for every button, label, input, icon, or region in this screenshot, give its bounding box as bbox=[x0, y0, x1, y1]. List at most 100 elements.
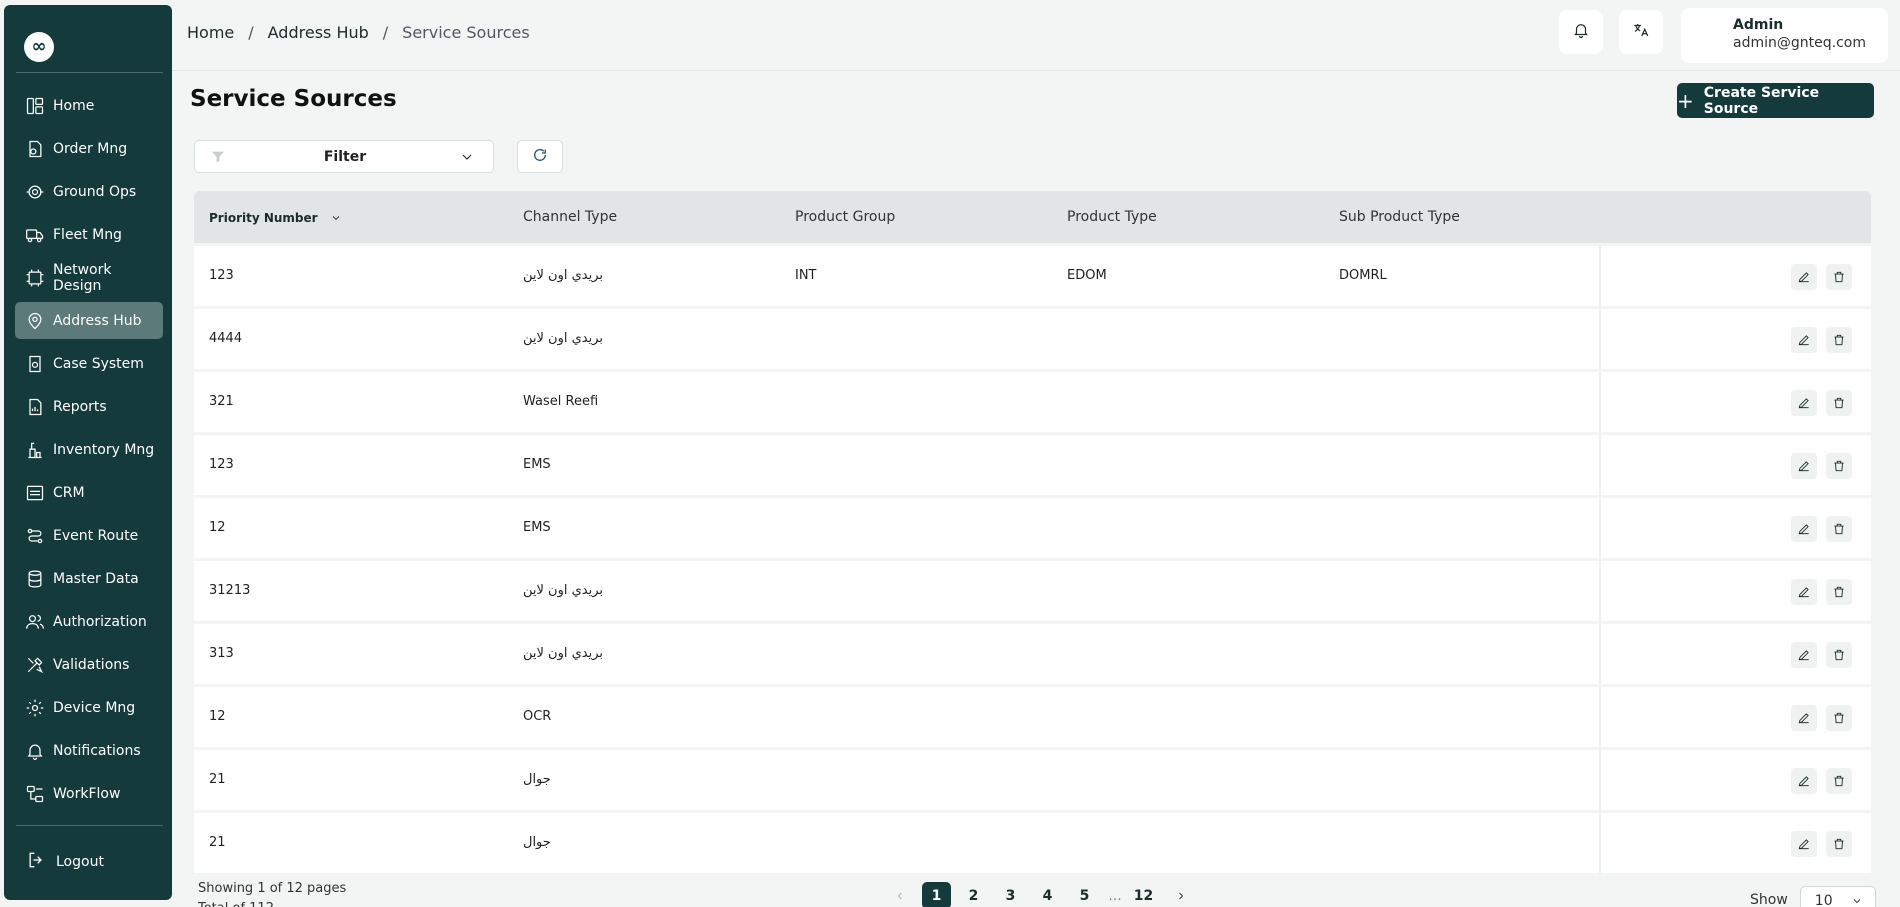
user-email: admin@gnteq.com bbox=[1733, 35, 1866, 51]
pencil-icon bbox=[1798, 398, 1809, 409]
edit-button[interactable] bbox=[1791, 327, 1817, 353]
column-divider bbox=[1599, 561, 1601, 621]
column-header-priority[interactable]: Priority Number bbox=[209, 211, 342, 225]
delete-button[interactable] bbox=[1826, 453, 1852, 479]
sidebar-item-case-system[interactable]: Case System bbox=[15, 345, 163, 382]
sidebar-item-label: Fleet Mng bbox=[53, 226, 122, 243]
column-header-label: Priority Number bbox=[209, 211, 318, 225]
page-title: Service Sources bbox=[190, 86, 397, 112]
delete-button[interactable] bbox=[1826, 390, 1852, 416]
page-button[interactable]: 4 bbox=[1033, 882, 1062, 907]
delete-button[interactable] bbox=[1826, 642, 1852, 668]
sidebar-item-label: Case System bbox=[53, 355, 144, 372]
page-size-select[interactable]: 10 bbox=[1799, 886, 1876, 907]
user-profile[interactable]: Admin admin@gnteq.com bbox=[1681, 8, 1888, 63]
sidebar-item-validations[interactable]: Validations bbox=[15, 646, 163, 683]
table-row: 21 جوال bbox=[194, 750, 1871, 810]
sidebar-item-home[interactable]: Home bbox=[15, 87, 163, 124]
next-page-button[interactable] bbox=[1166, 882, 1195, 907]
pagination-info: Showing 1 of 12 pages Total of 112 bbox=[198, 879, 346, 907]
logout-button[interactable]: Logout bbox=[26, 850, 104, 874]
table-cell: بريدي اون لاين bbox=[523, 646, 604, 661]
create-service-source-button[interactable]: + Create Service Source bbox=[1677, 83, 1874, 118]
pencil-icon bbox=[1798, 587, 1809, 598]
trash-icon bbox=[1834, 775, 1844, 787]
breadcrumb-separator: / bbox=[248, 23, 254, 42]
delete-button[interactable] bbox=[1826, 705, 1852, 731]
breadcrumb-home[interactable]: Home bbox=[187, 23, 234, 42]
page-button[interactable]: 2 bbox=[959, 882, 988, 907]
trash-icon bbox=[1834, 586, 1844, 598]
sidebar-item-master-data[interactable]: Master Data bbox=[15, 560, 163, 597]
app-logo[interactable]: ∞ bbox=[24, 32, 54, 62]
trash-icon bbox=[1834, 271, 1844, 283]
delete-button[interactable] bbox=[1826, 579, 1852, 605]
sidebar-item-ground-ops[interactable]: Ground Ops bbox=[15, 173, 163, 210]
user-name: Admin bbox=[1733, 17, 1784, 33]
translate-icon bbox=[1632, 21, 1650, 43]
table-cell: 12 bbox=[209, 709, 226, 724]
edit-button[interactable] bbox=[1791, 390, 1817, 416]
edit-button[interactable] bbox=[1791, 705, 1817, 731]
sidebar-item-address-hub[interactable]: Address Hub bbox=[15, 302, 163, 339]
filter-dropdown[interactable]: Filter bbox=[194, 140, 494, 173]
page-button[interactable]: 5 bbox=[1070, 882, 1099, 907]
sidebar-item-label: Authorization bbox=[53, 613, 147, 630]
sidebar-item-notifications[interactable]: Notifications bbox=[15, 732, 163, 769]
edit-button[interactable] bbox=[1791, 453, 1817, 479]
inventory-icon bbox=[25, 440, 45, 460]
page-size-control: Show 10 bbox=[1750, 886, 1876, 907]
table-cell: Wasel Reefi bbox=[523, 394, 599, 409]
truck-icon bbox=[25, 225, 45, 245]
table-row: 21 جوال bbox=[194, 813, 1871, 873]
sidebar-item-device-mng[interactable]: Device Mng bbox=[15, 689, 163, 726]
edit-button[interactable] bbox=[1791, 642, 1817, 668]
sidebar-nav: Home Order Mng Ground Ops Fleet Mng Network … bbox=[15, 87, 163, 818]
sidebar-divider bbox=[16, 72, 163, 73]
delete-button[interactable] bbox=[1826, 264, 1852, 290]
delete-button[interactable] bbox=[1826, 768, 1852, 794]
ground-ops-icon bbox=[25, 182, 45, 202]
breadcrumb-address-hub[interactable]: Address Hub bbox=[268, 23, 369, 42]
table-cell: 123 bbox=[209, 457, 234, 472]
column-header-channel-type: Channel Type bbox=[523, 209, 618, 225]
sidebar-item-label: CRM bbox=[53, 484, 85, 501]
refresh-button[interactable] bbox=[517, 140, 563, 173]
delete-button[interactable] bbox=[1826, 831, 1852, 857]
sidebar-item-crm[interactable]: CRM bbox=[15, 474, 163, 511]
prev-page-button[interactable] bbox=[885, 882, 914, 907]
logout-label: Logout bbox=[56, 854, 104, 870]
sidebar-item-event-route[interactable]: Event Route bbox=[15, 517, 163, 554]
edit-button[interactable] bbox=[1791, 264, 1817, 290]
sidebar-item-inventory-mng[interactable]: Inventory Mng bbox=[15, 431, 163, 468]
delete-button[interactable] bbox=[1826, 516, 1852, 542]
column-divider bbox=[1599, 750, 1601, 810]
page-button[interactable]: 3 bbox=[996, 882, 1025, 907]
location-icon bbox=[25, 311, 45, 331]
sidebar-item-workflow[interactable]: WorkFlow bbox=[15, 775, 163, 812]
table-cell: EMS bbox=[523, 520, 551, 535]
sidebar-item-authorization[interactable]: Authorization bbox=[15, 603, 163, 640]
sidebar-item-fleet-mng[interactable]: Fleet Mng bbox=[15, 216, 163, 253]
delete-button[interactable] bbox=[1826, 327, 1852, 353]
edit-button[interactable] bbox=[1791, 768, 1817, 794]
sidebar-item-reports[interactable]: Reports bbox=[15, 388, 163, 425]
table-row: 123 بريدي اون لاين INT EDOM DOMRL bbox=[194, 246, 1871, 306]
edit-button[interactable] bbox=[1791, 579, 1817, 605]
edit-button[interactable] bbox=[1791, 831, 1817, 857]
edit-button[interactable] bbox=[1791, 516, 1817, 542]
sidebar-item-label: Master Data bbox=[53, 570, 139, 587]
dashboard-icon bbox=[25, 96, 45, 116]
page-button[interactable]: 1 bbox=[922, 882, 951, 907]
notifications-button[interactable] bbox=[1559, 10, 1603, 54]
show-label: Show bbox=[1750, 892, 1788, 907]
sidebar-item-order-mng[interactable]: Order Mng bbox=[15, 130, 163, 167]
language-button[interactable] bbox=[1619, 10, 1663, 54]
page-button[interactable]: 12 bbox=[1129, 882, 1158, 907]
table-cell: بريدي اون لاين bbox=[523, 583, 604, 598]
column-divider bbox=[1599, 246, 1601, 306]
sidebar-item-label: Notifications bbox=[53, 742, 141, 759]
trash-icon bbox=[1834, 523, 1844, 535]
sidebar-item-network-design[interactable]: Network Design bbox=[15, 259, 163, 296]
column-divider bbox=[1599, 813, 1601, 873]
